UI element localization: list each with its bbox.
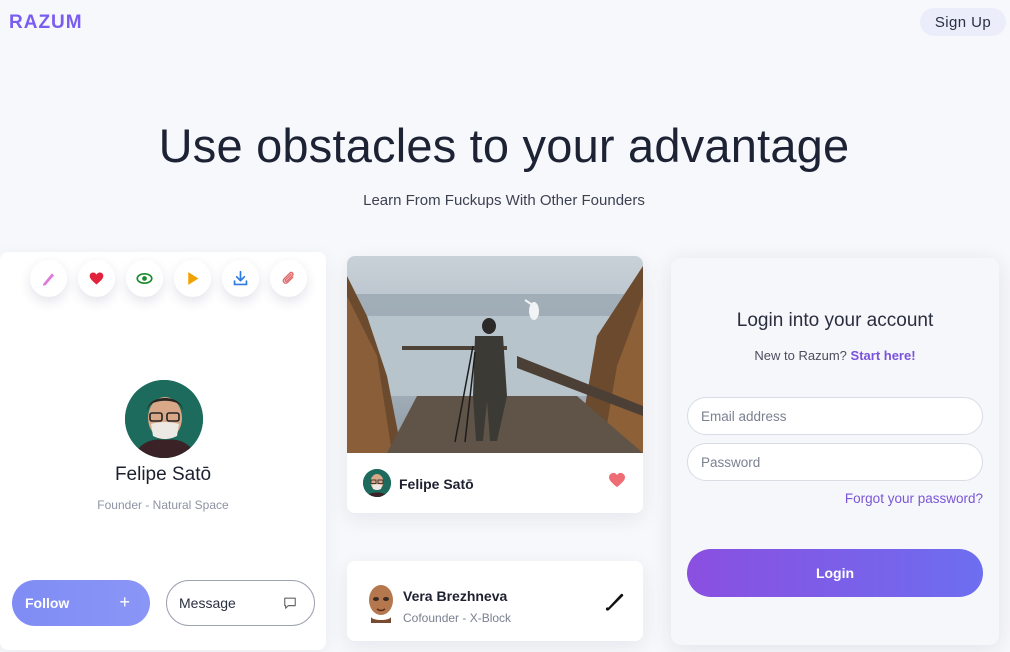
eye-icon[interactable] [126, 260, 163, 297]
message-button[interactable]: Message [166, 580, 315, 626]
login-title: Login into your account [736, 310, 934, 331]
download-icon[interactable] [222, 260, 259, 297]
profile-card: Felipe Satō Founder - Natural Space Foll… [0, 252, 326, 650]
login-card: Login into your account New to Razum? St… [671, 258, 999, 645]
avatar [369, 585, 393, 623]
user-role: Cofounder - X-Block [403, 611, 512, 625]
user-card[interactable]: Vera Brezhneva Cofounder - X-Block [347, 561, 643, 641]
signup-prompt-text: New to Razum? [754, 348, 847, 363]
email-field[interactable] [687, 397, 983, 435]
profile-role: Founder - Natural Space [97, 498, 229, 512]
brand-logo[interactable]: RAZUM [9, 12, 83, 34]
follow-label: Follow [25, 595, 70, 611]
author-name[interactable]: Felipe Satō [399, 476, 474, 492]
heart-icon[interactable] [608, 472, 626, 488]
plus-icon: + [119, 592, 130, 612]
login-button[interactable]: Login [687, 549, 983, 597]
hero-title: Use obstacles to your advantage [158, 119, 850, 172]
message-label: Message [179, 595, 236, 611]
password-field[interactable] [687, 443, 983, 481]
start-here-link[interactable]: Start here! [851, 348, 916, 363]
paperclip-icon[interactable] [270, 260, 307, 297]
author-avatar [363, 469, 391, 497]
user-name: Vera Brezhneva [403, 588, 508, 604]
post-photo [347, 256, 643, 453]
profile-name: Felipe Satō [114, 464, 212, 485]
hero-subtitle: Learn From Fuckups With Other Founders [363, 192, 645, 209]
icon-toolbar [30, 260, 307, 297]
signup-prompt: New to Razum? Start here! [671, 348, 999, 363]
follow-button[interactable]: Follow + [12, 580, 150, 626]
heart-icon[interactable] [78, 260, 115, 297]
photo-card[interactable]: Felipe Satō [347, 256, 643, 513]
signup-button[interactable]: Sign Up [920, 8, 1006, 36]
avatar [125, 380, 203, 458]
pen-icon[interactable] [603, 589, 627, 613]
chat-bubble-icon [284, 597, 296, 609]
pencil-icon[interactable] [30, 260, 67, 297]
play-icon[interactable] [174, 260, 211, 297]
forgot-password-link[interactable]: Forgot your password? [845, 491, 983, 506]
